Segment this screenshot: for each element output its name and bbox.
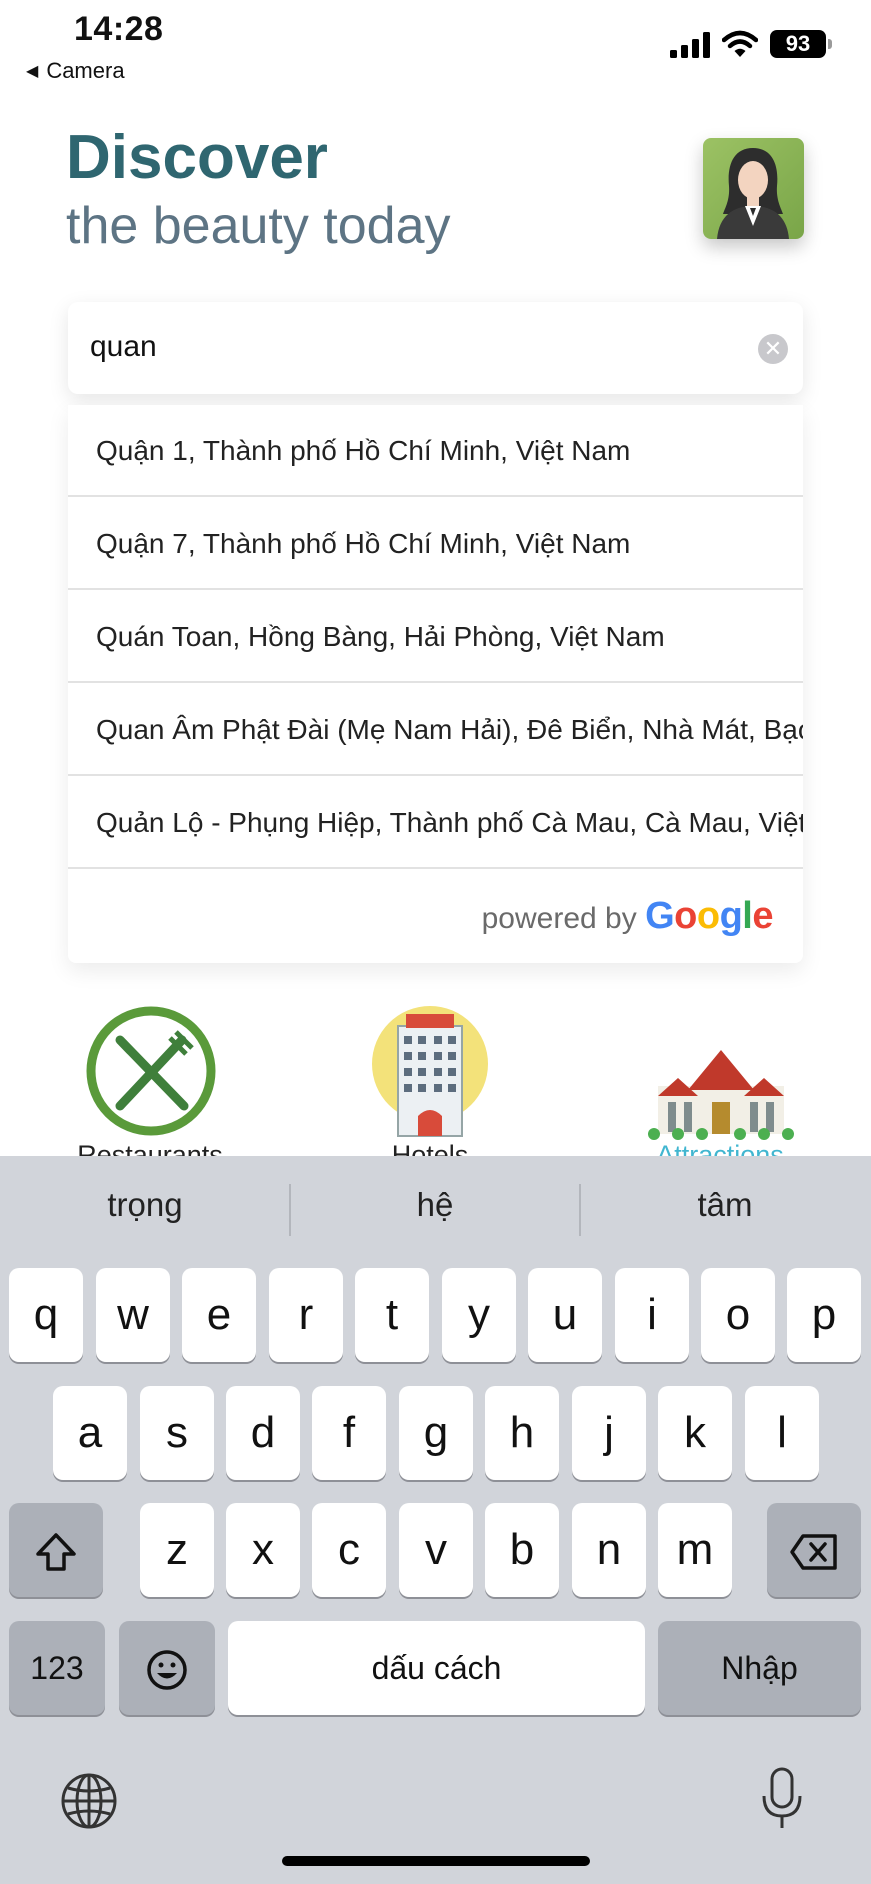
key-m[interactable]: m bbox=[658, 1503, 732, 1597]
key-q[interactable]: q bbox=[9, 1268, 83, 1362]
suggestion-item[interactable]: Quận 7, Thành phố Hồ Chí Minh, Việt Nam bbox=[68, 498, 803, 590]
restaurants-icon[interactable] bbox=[84, 1004, 218, 1138]
key-l[interactable]: l bbox=[745, 1386, 819, 1480]
wifi-icon bbox=[722, 30, 758, 57]
globe-icon[interactable] bbox=[60, 1772, 118, 1830]
attractions-icon[interactable] bbox=[648, 1046, 794, 1140]
space-key[interactable]: dấu cách bbox=[228, 1621, 645, 1715]
suggestion-item[interactable]: Quán Toan, Hồng Bàng, Hải Phòng, Việt Na… bbox=[68, 591, 803, 683]
key-e[interactable]: e bbox=[182, 1268, 256, 1362]
avatar[interactable] bbox=[703, 138, 804, 239]
powered-by-google: powered by Google bbox=[481, 895, 774, 938]
microphone-icon[interactable] bbox=[760, 1766, 804, 1832]
hotels-icon[interactable] bbox=[368, 1000, 492, 1140]
search-input[interactable]: quan bbox=[90, 330, 157, 364]
clear-icon[interactable]: ✕ bbox=[758, 334, 788, 364]
keyboard-suggestion[interactable]: tâm bbox=[580, 1186, 870, 1224]
back-arrow-icon: ◀ bbox=[26, 63, 39, 80]
delete-icon bbox=[790, 1534, 837, 1571]
battery-icon: 93 bbox=[770, 30, 826, 58]
key-y[interactable]: y bbox=[442, 1268, 516, 1362]
shift-key[interactable] bbox=[9, 1503, 103, 1597]
back-to-camera[interactable]: ◀ Camera bbox=[26, 58, 125, 84]
key-h[interactable]: h bbox=[485, 1386, 559, 1480]
return-key[interactable]: Nhập bbox=[658, 1621, 861, 1715]
keyboard-suggestion[interactable]: hệ bbox=[290, 1186, 580, 1224]
key-n[interactable]: n bbox=[572, 1503, 646, 1597]
page-title: Discover bbox=[66, 123, 328, 192]
key-g[interactable]: g bbox=[399, 1386, 473, 1480]
signal-icon bbox=[670, 32, 710, 58]
suggestion-item[interactable]: Quản Lộ - Phụng Hiệp, Thành phố Cà Mau, … bbox=[68, 777, 803, 869]
autocomplete-list: Quận 1, Thành phố Hồ Chí Minh, Việt Nam … bbox=[68, 405, 803, 963]
suggestion-item[interactable]: Quận 1, Thành phố Hồ Chí Minh, Việt Nam bbox=[68, 405, 803, 497]
key-t[interactable]: t bbox=[355, 1268, 429, 1362]
key-d[interactable]: d bbox=[226, 1386, 300, 1480]
key-z[interactable]: z bbox=[140, 1503, 214, 1597]
delete-key[interactable] bbox=[767, 1503, 861, 1597]
key-f[interactable]: f bbox=[312, 1386, 386, 1480]
key-b[interactable]: b bbox=[485, 1503, 559, 1597]
numbers-key[interactable]: 123 bbox=[9, 1621, 105, 1715]
key-o[interactable]: o bbox=[701, 1268, 775, 1362]
key-x[interactable]: x bbox=[226, 1503, 300, 1597]
keyboard-suggestion[interactable]: trọng bbox=[0, 1186, 290, 1224]
battery-cap bbox=[828, 39, 832, 49]
keyboard: trọng hệ tâm q w e r t y u i o p a s d f… bbox=[0, 1156, 871, 1884]
emoji-icon bbox=[147, 1650, 187, 1691]
back-label: Camera bbox=[46, 58, 125, 83]
emoji-key[interactable] bbox=[119, 1621, 215, 1715]
search-box[interactable]: quan ✕ bbox=[68, 302, 803, 394]
page-subtitle: the beauty today bbox=[66, 197, 451, 255]
key-s[interactable]: s bbox=[140, 1386, 214, 1480]
status-time: 14:28 bbox=[74, 10, 164, 48]
key-k[interactable]: k bbox=[658, 1386, 732, 1480]
home-indicator[interactable] bbox=[282, 1856, 590, 1866]
suggestion-item[interactable]: Quan Âm Phật Đài (Mẹ Nam Hải), Đê Biển, … bbox=[68, 684, 803, 776]
key-u[interactable]: u bbox=[528, 1268, 602, 1362]
user-avatar-icon bbox=[717, 148, 789, 239]
shift-icon bbox=[36, 1533, 76, 1572]
key-r[interactable]: r bbox=[269, 1268, 343, 1362]
key-c[interactable]: c bbox=[312, 1503, 386, 1597]
powered-by-text: powered by bbox=[481, 902, 637, 935]
key-j[interactable]: j bbox=[572, 1386, 646, 1480]
key-v[interactable]: v bbox=[399, 1503, 473, 1597]
key-w[interactable]: w bbox=[96, 1268, 170, 1362]
google-logo: Google bbox=[645, 895, 773, 937]
key-a[interactable]: a bbox=[53, 1386, 127, 1480]
key-p[interactable]: p bbox=[787, 1268, 861, 1362]
key-i[interactable]: i bbox=[615, 1268, 689, 1362]
